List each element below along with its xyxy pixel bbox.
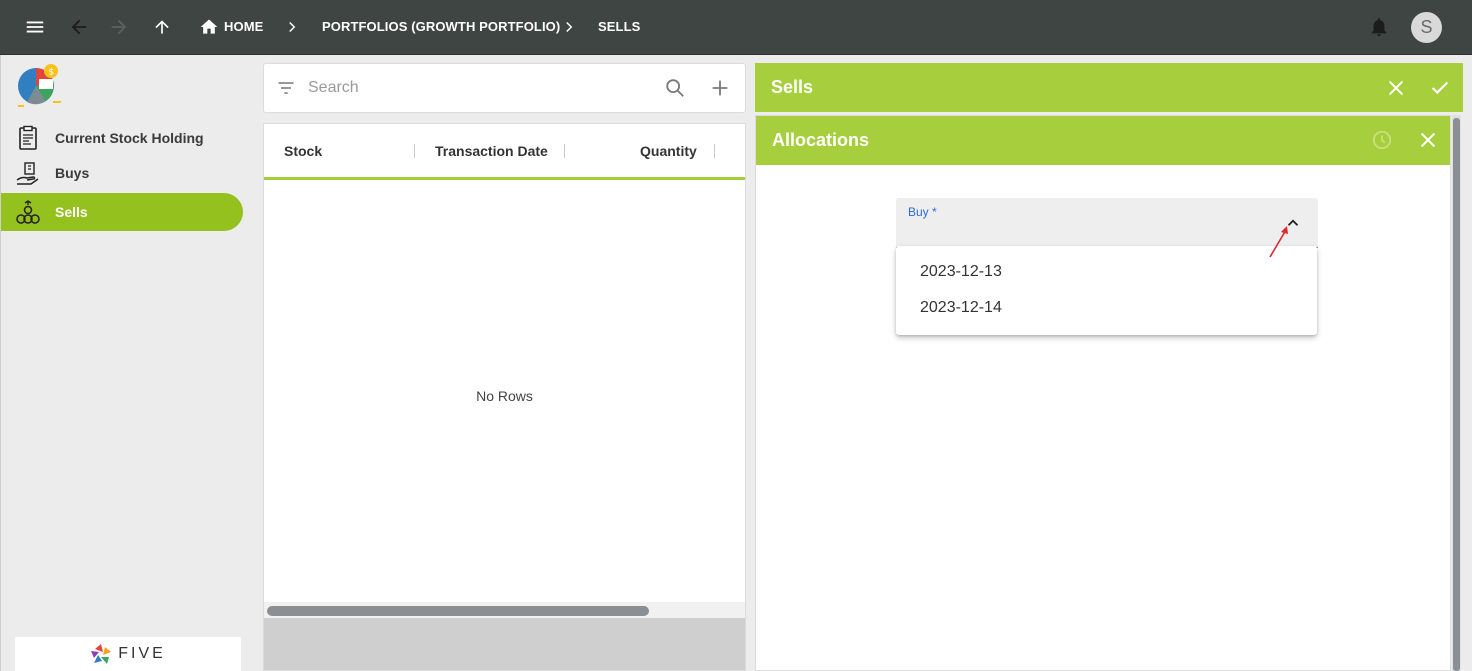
- close-icon[interactable]: [1385, 77, 1407, 104]
- column-divider[interactable]: [564, 144, 565, 158]
- empty-grid-message: No Rows: [476, 388, 533, 404]
- sidebar-item-current-stock-holding[interactable]: Current Stock Holding: [1, 119, 243, 157]
- svg-text:$: $: [49, 68, 55, 78]
- forward-arrow-icon[interactable]: [106, 14, 132, 40]
- close-icon[interactable]: [1417, 129, 1439, 156]
- five-logo: FIVE: [15, 637, 241, 671]
- clipboard-chart-icon: [15, 125, 41, 151]
- five-logo-icon: [91, 644, 112, 664]
- sells-panel-header: Sells: [755, 63, 1463, 112]
- grid-header: Stock Transaction Date Quantity: [264, 124, 745, 180]
- coins-icon: [15, 199, 41, 225]
- breadcrumb-sells[interactable]: SELLS: [598, 19, 640, 34]
- chevron-right-icon: [279, 14, 305, 40]
- buy-select[interactable]: Buy *: [896, 198, 1318, 248]
- column-divider[interactable]: [414, 144, 415, 158]
- filter-icon[interactable]: [276, 78, 296, 103]
- sidebar-item-sells[interactable]: Sells: [1, 193, 243, 231]
- vertical-scrollbar-thumb[interactable]: [1453, 118, 1460, 671]
- column-header-stock[interactable]: Stock: [284, 143, 322, 159]
- add-icon[interactable]: [709, 77, 731, 104]
- breadcrumb-home[interactable]: HOME: [224, 19, 263, 34]
- app-logo-icon: $: [15, 61, 65, 111]
- up-arrow-icon[interactable]: [149, 14, 175, 40]
- history-icon: [1371, 129, 1393, 156]
- column-divider[interactable]: [714, 144, 715, 158]
- buy-field-label: Buy *: [908, 205, 937, 219]
- sells-grid: Stock Transaction Date Quantity No Rows: [263, 123, 746, 671]
- five-logo-text: FIVE: [118, 645, 166, 662]
- panel-title: Allocations: [772, 130, 870, 150]
- annotation-arrow-icon: [1269, 226, 1288, 258]
- home-icon[interactable]: [196, 14, 222, 40]
- chevron-right-icon: [556, 14, 582, 40]
- search-icon[interactable]: [664, 77, 686, 104]
- back-arrow-icon[interactable]: [66, 14, 92, 40]
- column-header-transaction-date[interactable]: Transaction Date: [435, 143, 548, 159]
- buy-dropdown-menu: 2023-12-13 2023-12-14: [896, 246, 1317, 335]
- search-bar: Search: [263, 63, 746, 113]
- breadcrumb-portfolios[interactable]: PORTFOLIOS (GROWTH PORTFOLIO): [322, 19, 560, 34]
- horizontal-scrollbar-thumb[interactable]: [267, 606, 649, 616]
- hand-money-icon: [15, 160, 41, 186]
- sidebar-item-buys[interactable]: Buys: [1, 154, 243, 192]
- bell-icon[interactable]: [1366, 14, 1392, 40]
- dropdown-option[interactable]: 2023-12-13: [920, 263, 1002, 281]
- sidebar-item-label: Current Stock Holding: [55, 130, 204, 146]
- menu-icon[interactable]: [22, 14, 48, 40]
- allocations-panel-header: Allocations: [756, 116, 1450, 165]
- search-input[interactable]: Search: [308, 79, 359, 97]
- sidebar-item-label: Sells: [55, 204, 88, 220]
- sidebar-item-label: Buys: [55, 165, 90, 181]
- avatar[interactable]: S: [1411, 12, 1442, 43]
- sidebar: $ Current Stock Holding Buys Sells FIVE: [0, 55, 256, 671]
- column-header-quantity[interactable]: Quantity: [640, 143, 697, 159]
- dropdown-option[interactable]: 2023-12-14: [920, 299, 1002, 317]
- panel-title: Sells: [771, 77, 814, 97]
- grid-footer: [264, 618, 745, 670]
- top-app-bar: HOME PORTFOLIOS (GROWTH PORTFOLIO) SELLS…: [0, 0, 1472, 55]
- check-icon[interactable]: [1429, 77, 1451, 104]
